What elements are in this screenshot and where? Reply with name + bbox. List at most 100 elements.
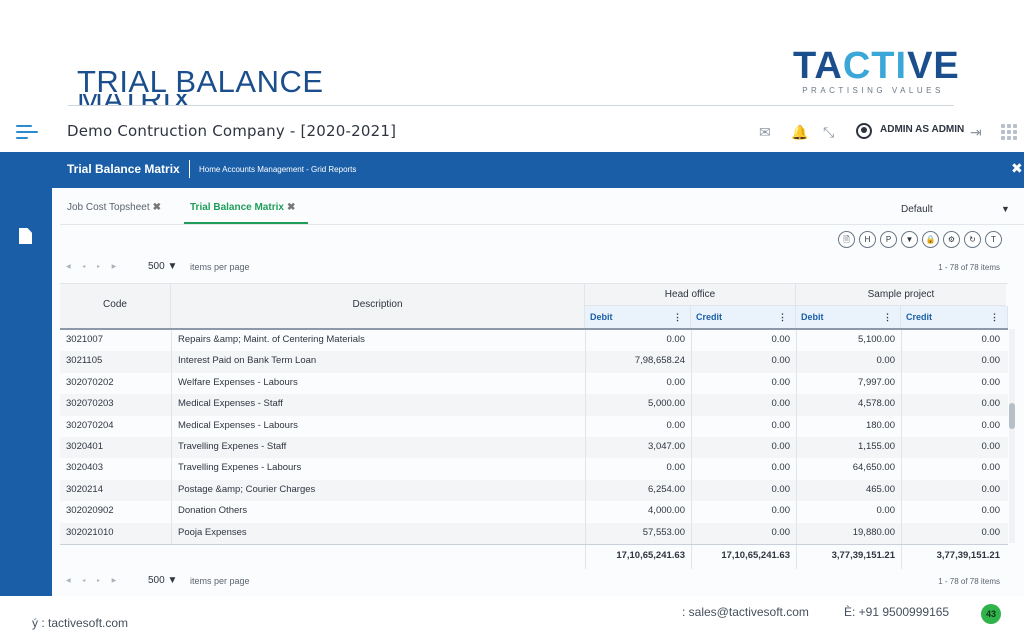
cell-sp-debit: 0.00 [796, 351, 901, 373]
page-size-select[interactable]: 500 ▼ [148, 575, 177, 586]
cell-code: 302070204 [66, 419, 114, 431]
cell-sp-debit: 465.00 [796, 479, 901, 502]
table-row[interactable]: 3020214 Postage &amp; Courier Charges 6,25… [60, 479, 1008, 502]
cell-ho-debit: 57,553.00 [585, 522, 691, 544]
table-row[interactable]: 3021105 Interest Paid on Bank Term Loan 7,… [60, 351, 1008, 373]
export-excel-icon[interactable]: 🗎 [838, 231, 855, 248]
column-header-sp-credit[interactable]: Credit ⋮ [901, 306, 1008, 329]
footer-phone: È: +91 9500999165 [844, 605, 950, 619]
user-icon[interactable] [856, 123, 872, 139]
column-menu-icon[interactable]: ⋮ [673, 306, 682, 328]
table-row[interactable]: 302070203 Medical Expenses - Staff 5,000.0… [60, 394, 1008, 416]
column-header-description[interactable]: Description [171, 284, 585, 329]
tab-close-icon[interactable]: ✖ [287, 202, 295, 213]
cell-ho-credit: 0.00 [691, 394, 796, 416]
table-row[interactable]: 302020902 Donation Others 4,000.00 0.00 0.00… [60, 501, 1008, 523]
table-row[interactable]: 302070202 Welfare Expenses - Labours 0.00 0… [60, 372, 1008, 395]
cell-description: Medical Expenses - Staff [171, 394, 585, 416]
cell-sp-credit: 0.00 [901, 415, 1006, 437]
user-name[interactable]: ADMIN AS ADMIN [880, 124, 964, 135]
cell-code: 302070202 [66, 376, 114, 388]
close-report-icon[interactable]: ✖ [1011, 160, 1023, 177]
breadcrumb: Home Accounts Management - Grid Reports [199, 165, 357, 174]
vertical-scrollbar[interactable] [1009, 329, 1015, 543]
column-menu-icon[interactable]: ⋮ [883, 306, 892, 328]
pager-info-bottom: 1 - 78 of 78 items [938, 577, 1000, 586]
font-icon[interactable]: T [985, 231, 1002, 248]
cell-description: Donation Others [171, 501, 585, 523]
column-menu-icon[interactable]: ⋮ [990, 306, 999, 328]
group-header-head-office: Head office [585, 284, 796, 306]
totals-row: 17,10,65,241.63 17,10,65,241.63 3,77,39,… [60, 544, 1008, 569]
html-icon[interactable]: H [859, 231, 876, 248]
tab-trial-balance-matrix[interactable]: Trial Balance Matrix ✖ [190, 202, 295, 213]
cell-ho-credit: 0.00 [691, 437, 796, 459]
column-header-ho-debit[interactable]: Debit ⋮ [585, 306, 691, 329]
cell-code: 3020214 [66, 483, 103, 495]
cell-ho-debit: 3,047.00 [585, 437, 691, 459]
total-ho-debit: 17,10,65,241.63 [585, 545, 691, 569]
cell-description: Repairs &amp; Maint. of Centering Materi… [171, 330, 585, 352]
footer-email: : sales@tactivesoft.com [682, 605, 809, 619]
pager-arrows[interactable]: ◀ ◂ ▸ ▶ [66, 577, 121, 584]
cell-sp-debit: 0.00 [796, 501, 901, 523]
menu-icon[interactable] [16, 125, 38, 139]
apps-grid-icon[interactable] [1001, 124, 1017, 140]
settings-icon[interactable]: ⚙ [943, 231, 960, 248]
cell-sp-debit: 4,578.00 [796, 394, 901, 416]
table-row[interactable]: 302070204 Medical Expenses - Labours 0.00 0… [60, 415, 1008, 437]
trial-balance-grid: Code Description Head office Sample proj… [60, 283, 1008, 569]
cell-ho-debit: 0.00 [585, 372, 691, 395]
mail-icon[interactable]: ✉ [759, 124, 771, 140]
view-select[interactable]: Default [901, 204, 933, 215]
cell-sp-debit: 180.00 [796, 415, 901, 437]
company-title: Demo Contruction Company - [2020-2021] [67, 122, 397, 140]
cell-ho-debit: 4,000.00 [585, 501, 691, 523]
cell-sp-credit: 0.00 [901, 330, 1006, 352]
filter-icon[interactable]: ▼ [901, 231, 918, 248]
logo-tagline: PRACTISING VALUES [802, 86, 944, 95]
pdf-icon[interactable]: P [880, 231, 897, 248]
document-icon[interactable] [19, 228, 32, 244]
cell-code: 302020902 [66, 505, 114, 517]
cell-ho-credit: 0.00 [691, 330, 796, 352]
refresh-icon[interactable]: ↻ [964, 231, 981, 248]
tabs-divider [60, 224, 1024, 225]
cell-sp-credit: 0.00 [901, 501, 1006, 523]
table-row[interactable]: 3021007 Repairs &amp; Maint. of Centering… [60, 330, 1008, 352]
table-row[interactable]: 302021010 Pooja Expenses 57,553.00 0.00 19,8… [60, 522, 1008, 544]
column-header-sp-debit[interactable]: Debit ⋮ [796, 306, 901, 329]
cell-description: Pooja Expenses [171, 522, 585, 544]
table-row[interactable]: 3020401 Travelling Expenes - Staff 3,047.0… [60, 437, 1008, 459]
cell-description: Interest Paid on Bank Term Loan [171, 351, 585, 373]
cell-sp-credit: 0.00 [901, 351, 1006, 373]
logout-icon[interactable]: ⇥ [970, 124, 982, 140]
cell-sp-credit: 0.00 [901, 458, 1006, 480]
column-header-code[interactable]: Code [60, 284, 171, 329]
cell-code: 302021010 [66, 526, 114, 538]
lock-icon[interactable]: 🔒 [922, 231, 939, 248]
cell-ho-credit: 0.00 [691, 458, 796, 480]
cell-ho-debit: 0.00 [585, 415, 691, 437]
cell-sp-credit: 0.00 [901, 479, 1006, 502]
column-header-ho-credit[interactable]: Credit ⋮ [691, 306, 796, 329]
cell-ho-credit: 0.00 [691, 479, 796, 502]
bell-icon[interactable]: 🔔 [791, 124, 808, 140]
table-row[interactable]: 3020403 Travelling Expenes - Labours 0.00 0… [60, 458, 1008, 480]
cell-sp-credit: 0.00 [901, 372, 1006, 395]
collapse-icon[interactable]: ⤡ [823, 124, 834, 140]
cell-sp-debit: 5,100.00 [796, 330, 901, 352]
page-size-select[interactable]: 500 ▼ [148, 261, 177, 272]
chevron-down-icon[interactable]: ▼ [1001, 204, 1010, 214]
footer-website: ý : tactivesoft.com [32, 616, 129, 630]
column-menu-icon[interactable]: ⋮ [778, 306, 787, 328]
title-separator [189, 160, 190, 178]
logo-wordmark: TACTIVE [793, 45, 960, 87]
page-number-badge: 43 [981, 604, 1001, 624]
pager-arrows[interactable]: ◀ ◂ ▸ ▶ [66, 263, 121, 270]
scrollbar-thumb[interactable] [1009, 403, 1015, 429]
tab-job-cost-topsheet[interactable]: Job Cost Topsheet ✖ [67, 202, 161, 213]
tab-close-icon[interactable]: ✖ [153, 202, 161, 213]
items-per-page-label: items per page [190, 262, 250, 272]
slide: TRIAL BALANCE MATRIX TACTIVE PRACTISING … [0, 0, 1024, 640]
